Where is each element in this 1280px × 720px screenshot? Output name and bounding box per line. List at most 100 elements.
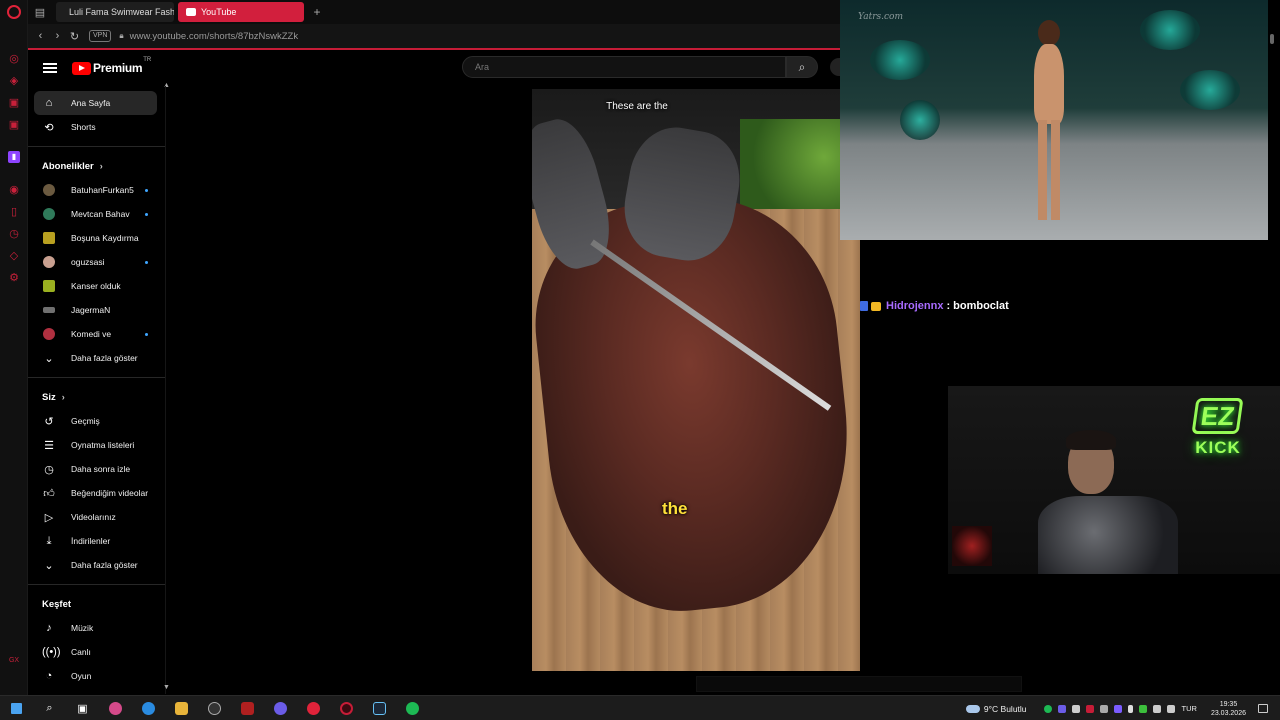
sidebar-item-label: Daha fazla göster [71,560,138,570]
video-editor-icon[interactable] [231,696,264,720]
tray-icon[interactable] [1085,704,1094,713]
spotify-icon[interactable] [396,696,429,720]
new-tab-plus-icon[interactable]: + [308,5,326,19]
clock[interactable]: 19:35 23.03.2026 [1211,700,1246,718]
scrollbar-thumb[interactable] [1270,34,1274,44]
notification-icon[interactable] [1258,704,1268,713]
opera-icon[interactable] [297,696,330,720]
messenger-icon[interactable]: ▣ [8,97,20,109]
tray-icon[interactable] [1071,704,1080,713]
menu-hamburger-icon[interactable] [43,61,57,75]
app-icon[interactable] [198,696,231,720]
network-icon[interactable] [1152,704,1161,713]
sidebar-item-subscription[interactable]: Komedi ve [28,322,165,346]
twitch-icon[interactable]: ▮ [8,151,20,163]
sidebar-item-your-videos[interactable]: ▷ Videolarınız [28,505,165,529]
gx-icon[interactable]: GX [8,655,20,667]
file-explorer-icon[interactable] [165,696,198,720]
new-content-dot [145,260,148,264]
bookmarks-icon[interactable]: ▯ [8,206,20,218]
weather-text[interactable]: 9°C Bulutlu [984,704,1027,714]
sidebar-item-subscription[interactable]: oguzsasi [28,250,165,274]
foliage [900,100,940,140]
sidebar-item-subscription[interactable]: BatuhanFurkan5 [28,178,165,202]
sidebar-item-liked[interactable]: 👍︎ Beğendiğim videolar [28,481,165,505]
url-field[interactable]: www.youtube.com/shorts/87bzNswkZZk [130,31,298,42]
opera-logo-icon[interactable] [7,5,21,19]
opera-gx-icon[interactable] [330,696,363,720]
search-input[interactable]: Ara [462,56,786,78]
instagram-icon[interactable]: ▣ [8,119,20,131]
tray-icon[interactable] [1113,704,1122,713]
new-content-dot [145,212,148,216]
avatar [43,307,55,313]
history-icon: ↺ [44,415,54,428]
home-icon: ⌂ [45,97,53,109]
discord-tray-icon[interactable] [1057,704,1066,713]
sidebar-item-gaming[interactable]: ◔ Oyun [28,664,165,688]
extensions-icon[interactable]: ◇ [8,250,20,262]
tab-menu-icon[interactable]: ▤ [28,6,52,19]
search-icon[interactable]: ⌕ [786,56,818,78]
avatar [43,208,55,220]
search-icon[interactable]: ⌕ [33,696,66,720]
sidebar-item-label: Müzik [71,623,94,633]
show-more-subscriptions-button[interactable]: ⌄ Daha fazla göster [28,346,165,370]
sidebar-item-music[interactable]: ♪ Müzik [28,616,165,640]
volume-icon[interactable] [1166,704,1175,713]
shorts-video-player[interactable]: These are the the [532,89,860,671]
lock-icon[interactable]: 🔒︎ [119,31,123,41]
system-tray: 9°C Bulutlu TUR 19:35 23.03.2026 [965,696,1280,720]
copilot-icon[interactable] [99,696,132,720]
sidebar-item-subscription[interactable]: JagermaN [28,298,165,322]
aria-icon[interactable]: ◎ [8,53,20,65]
tab-luli-fama[interactable]: Luli Fama Swimwear Fashi [56,2,174,22]
sidebar-scroll-down-icon[interactable]: ▼ [163,684,170,691]
subscriptions-heading[interactable]: Abonelikler › [28,154,165,178]
spotify-tray-icon[interactable] [1043,704,1052,713]
player-icon[interactable]: ◉ [8,184,20,196]
mic-icon[interactable] [1127,704,1133,713]
settings-gear-icon[interactable]: ⚙ [8,272,20,284]
sidebar-item-history[interactable]: ↺ Geçmiş [28,409,165,433]
tab-youtube[interactable]: YouTube [178,2,304,22]
watch-later-icon: ◷ [44,463,54,476]
sidebar-item-playlists[interactable]: ☰ Oynatma listeleri [28,433,165,457]
sidebar-item-shorts[interactable]: ⟲ Shorts [28,115,165,139]
task-view-icon[interactable]: ▣ [66,696,99,720]
history-rail-icon[interactable]: ◷ [8,228,20,240]
you-heading[interactable]: Siz › [28,385,165,409]
forward-arrow-icon[interactable]: › [49,30,66,42]
sidebar-item-subscription[interactable]: Kanser olduk [28,274,165,298]
vpn-badge[interactable]: VPN [89,30,112,42]
tray-icon[interactable] [1099,704,1108,713]
opera-sidebar: ◎ ◈ ▣ ▣ ▮ ◉ ▯ ◷ ◇ ⚙ GX [0,0,28,695]
download-icon: ⤓ [46,534,52,547]
kick-logo-bottom: KICK [1195,438,1241,457]
sidebar-item-label: Daha fazla göster [71,353,138,363]
back-arrow-icon[interactable]: ‹ [32,30,49,42]
youtube-premium-logo[interactable]: Premium TR [72,57,151,75]
sidebar-item-subscription[interactable]: Mevtcan Bahav [28,202,165,226]
show-more-you-button[interactable]: ⌄ Daha fazla göster [28,553,165,577]
sidebar-item-label: Geçmiş [71,416,100,426]
divider [28,377,165,378]
language-indicator[interactable]: TUR [1182,704,1197,713]
sidebar-item-downloads[interactable]: ⤓ İndirilenler [28,529,165,553]
edge-icon[interactable] [132,696,165,720]
chevron-down-icon: ⌄ [44,559,54,572]
sidebar-item-live[interactable]: ((•)) Canlı [28,640,165,664]
crypto-wallet-icon[interactable]: ◈ [8,75,20,87]
discord-icon[interactable] [264,696,297,720]
steam-icon[interactable] [363,696,396,720]
sidebar-item-home[interactable]: ⌂ Ana Sayfa [34,91,157,115]
music-icon: ♪ [46,622,52,634]
tray-icon[interactable] [1138,704,1147,713]
gaming-icon: ◔ [45,670,53,682]
reload-icon[interactable]: ↻ [66,30,83,43]
section-title: Abonelikler [42,160,94,172]
sidebar-item-watch-later[interactable]: ◷ Daha sonra izle [28,457,165,481]
windows-start-icon[interactable] [0,696,33,720]
sidebar-item-subscription[interactable]: Boşuna Kaydırma [28,226,165,250]
voice-search-button[interactable] [830,58,840,76]
